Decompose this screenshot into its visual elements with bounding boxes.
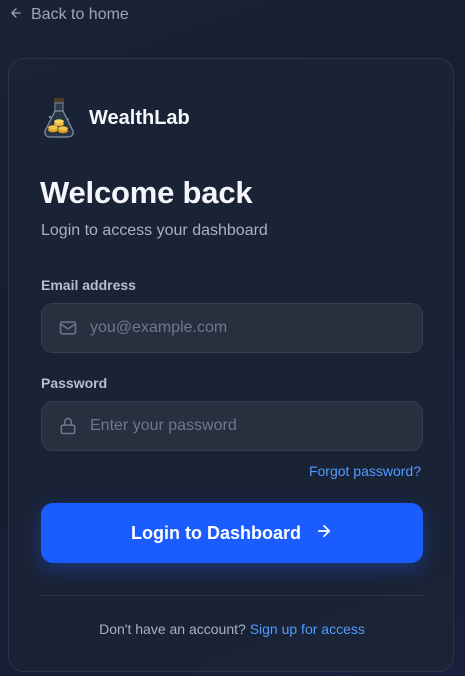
- arrow-left-icon: [9, 6, 23, 25]
- login-card: WealthLab Welcome back Login to access y…: [8, 58, 454, 672]
- signup-prompt: Don't have an account?: [99, 621, 250, 637]
- brand: WealthLab: [41, 97, 190, 139]
- email-input[interactable]: [78, 304, 422, 352]
- divider: [41, 595, 423, 596]
- password-input[interactable]: [78, 402, 422, 450]
- page-title: Welcome back: [40, 175, 253, 210]
- login-button[interactable]: Login to Dashboard: [41, 503, 423, 563]
- signup-link[interactable]: Sign up for access: [250, 621, 365, 637]
- login-button-label: Login to Dashboard: [131, 522, 301, 543]
- flask-coins-logo: [41, 97, 77, 139]
- arrow-right-icon: [315, 522, 333, 545]
- signup-row: Don't have an account? Sign up for acces…: [9, 621, 455, 637]
- page-subtitle: Login to access your dashboard: [41, 222, 268, 239]
- lock-icon: [58, 416, 78, 436]
- password-label: Password: [41, 375, 108, 391]
- email-label: Email address: [41, 277, 136, 293]
- email-field[interactable]: [41, 303, 423, 353]
- password-field[interactable]: [41, 401, 423, 451]
- forgot-password-link[interactable]: Forgot password?: [309, 463, 421, 479]
- mail-icon: [58, 318, 78, 338]
- back-to-home-link[interactable]: Back to home: [9, 4, 129, 26]
- brand-name: WealthLab: [89, 106, 190, 129]
- back-to-home-label: Back to home: [31, 6, 129, 23]
